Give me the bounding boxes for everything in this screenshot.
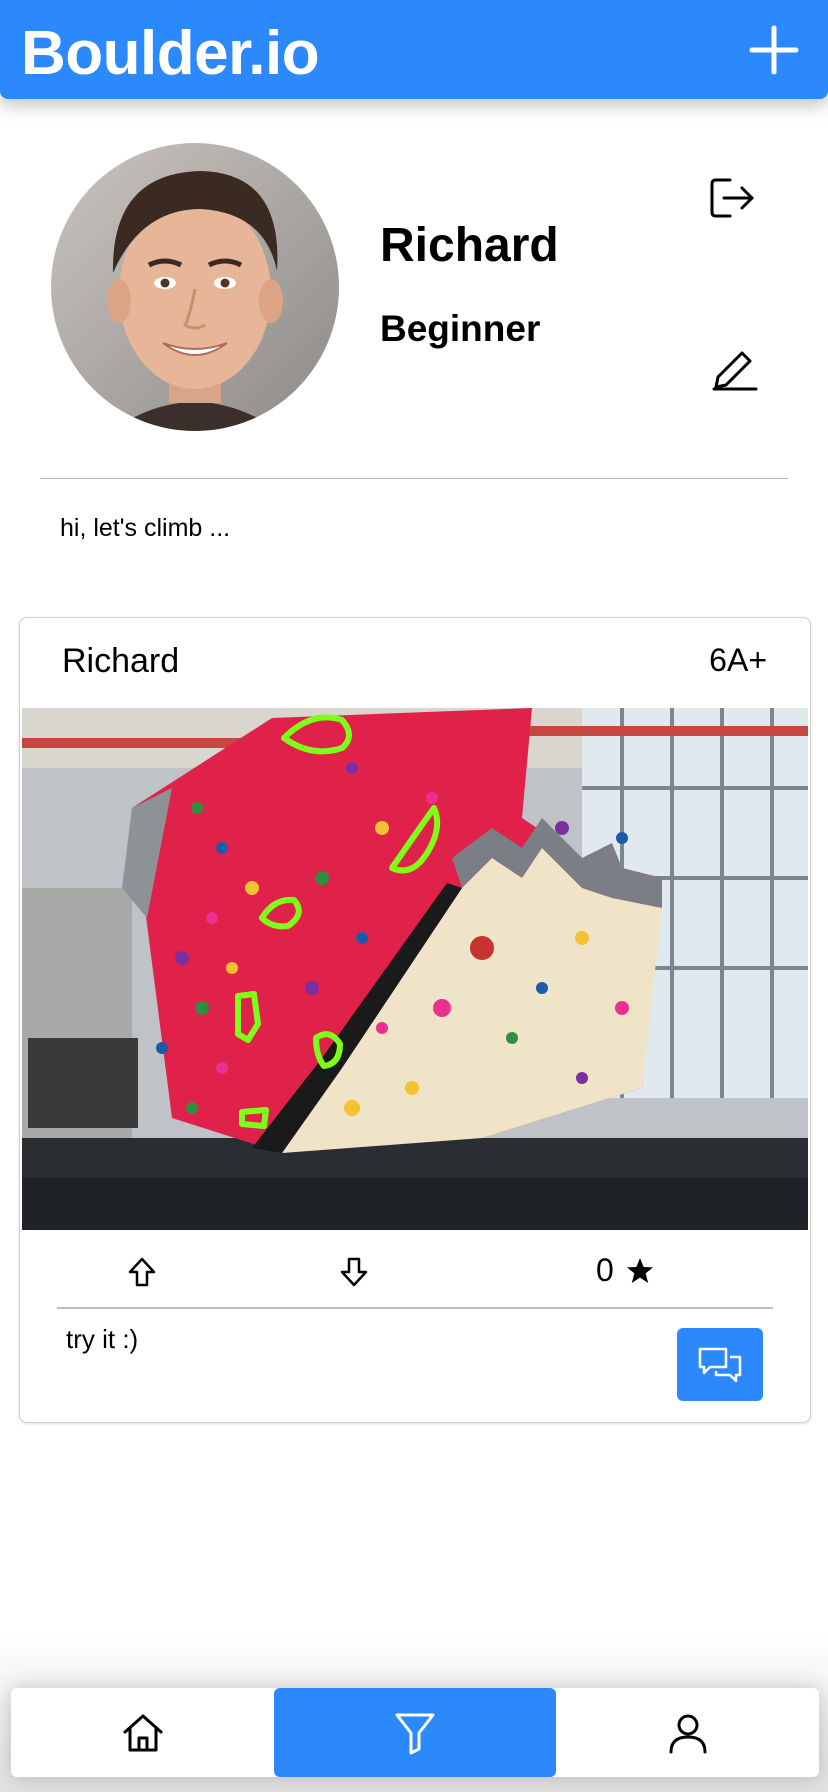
nav-profile[interactable]: [556, 1688, 819, 1777]
app-header: Boulder.io: [0, 0, 828, 99]
route-author: Richard: [62, 642, 180, 680]
card-divider: [57, 1307, 773, 1309]
nav-home[interactable]: [11, 1688, 274, 1777]
route-card: Richard 6A+ 0 try it:): [19, 617, 811, 1423]
section-divider: [40, 478, 788, 479]
star-icon[interactable]: [626, 1257, 654, 1285]
user-icon: [669, 1714, 706, 1753]
app-title: Boulder.io: [21, 19, 320, 88]
bottom-nav: [11, 1688, 819, 1777]
pencil-icon[interactable]: [710, 345, 758, 391]
nav-filter[interactable]: [274, 1688, 556, 1777]
route-grade: 6A+: [709, 642, 767, 678]
profile-level: Beginner: [380, 308, 541, 349]
route-comment: try it :): [66, 1324, 139, 1354]
avatar: [51, 143, 339, 431]
rating: 0: [596, 1252, 654, 1289]
arrow-down-icon[interactable]: [338, 1256, 370, 1288]
profile-name: Richard: [380, 219, 559, 272]
route-photo[interactable]: [22, 708, 808, 1230]
home-icon: [123, 1714, 162, 1751]
filter-icon: [395, 1713, 435, 1754]
rating-count: 0: [596, 1252, 614, 1288]
logout-icon[interactable]: [708, 176, 756, 220]
profile-bio: hi, let's climb ...: [60, 514, 231, 542]
chat-bubbles-icon: [698, 1347, 742, 1382]
arrow-up-icon[interactable]: [126, 1256, 158, 1288]
comments-button[interactable]: [677, 1328, 763, 1401]
plus-icon[interactable]: [748, 24, 800, 76]
